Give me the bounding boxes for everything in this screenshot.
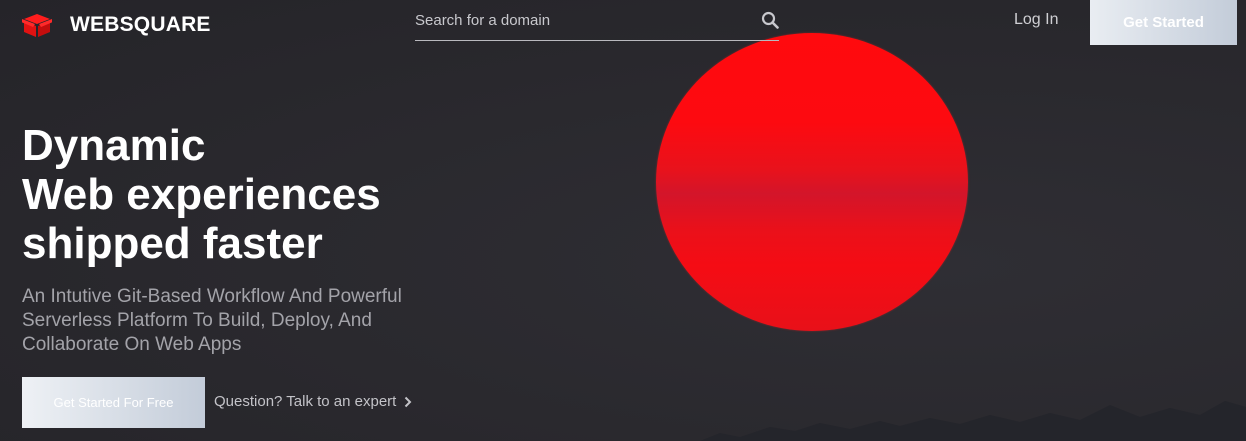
subtitle-line: Collaborate On Web Apps	[22, 334, 242, 355]
expert-link-label: Question? Talk to an expert	[214, 393, 397, 410]
get-started-button[interactable]: Get Started	[1090, 0, 1237, 45]
mountain-silhouette	[700, 401, 1246, 441]
search-input[interactable]	[415, 8, 735, 32]
chevron-right-icon	[405, 396, 412, 407]
domain-search	[415, 0, 779, 41]
brand-logo[interactable]: WEBSQUARE	[22, 12, 211, 38]
headline-line: Dynamic	[22, 121, 206, 170]
get-started-free-button[interactable]: Get Started For Free	[22, 377, 205, 428]
box-icon	[22, 14, 52, 37]
sun-graphic	[656, 33, 968, 331]
talk-to-expert-link[interactable]: Question? Talk to an expert	[214, 393, 412, 410]
hero-subtitle: An Intutive Git-Based Workflow And Power…	[22, 285, 442, 357]
login-link[interactable]: Log In	[1014, 11, 1058, 29]
headline-line: Web experiences	[22, 170, 381, 219]
subtitle-line: Serverless Platform To Build, Deploy, An…	[22, 310, 372, 331]
search-icon[interactable]	[761, 11, 779, 29]
headline-line: shipped faster	[22, 219, 323, 268]
hero-headline: Dynamic Web experiences shipped faster	[22, 121, 381, 268]
subtitle-line: An Intutive Git-Based Workflow And Power…	[22, 286, 402, 307]
brand-name: WEBSQUARE	[70, 13, 211, 36]
